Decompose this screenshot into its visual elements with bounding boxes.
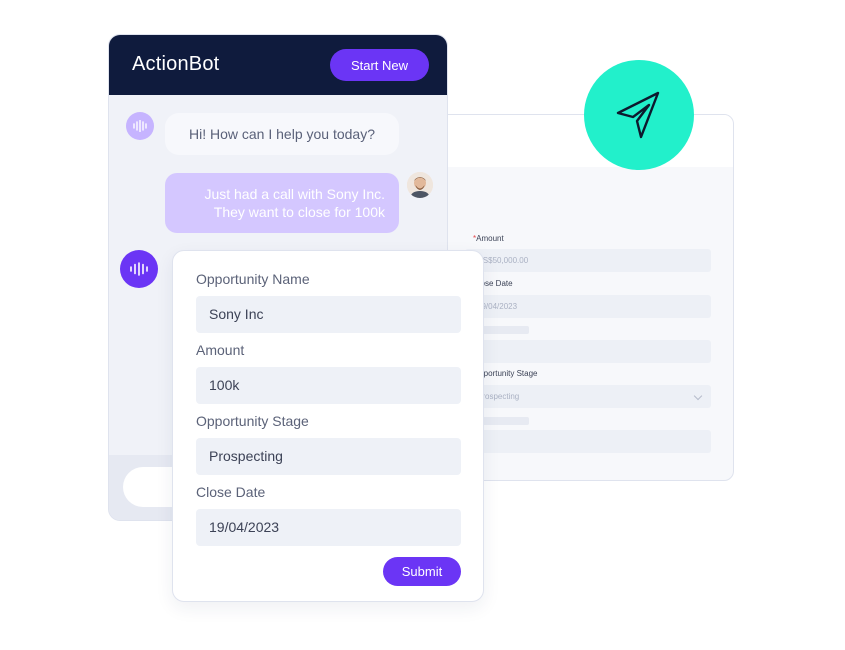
send-badge	[584, 60, 694, 170]
crm-amount-label: *Amount	[473, 234, 504, 243]
crm-amount-label-text: Amount	[476, 234, 504, 243]
user-message-line: They want to close for 100k	[213, 204, 385, 220]
user-message-bubble: Just had a call with Sony Inc. They want…	[165, 173, 399, 233]
crm-close-date-field[interactable]: 19/04/2023	[465, 295, 711, 318]
paper-plane-icon	[616, 91, 660, 139]
opportunity-stage-field[interactable]: Prospecting	[196, 438, 461, 475]
bot-avatar	[126, 112, 154, 140]
chevron-down-icon	[693, 391, 703, 401]
amount-label: Amount	[196, 342, 245, 358]
bot-message-bubble: Hi! How can I help you today?	[165, 113, 399, 155]
amount-field[interactable]: 100k	[196, 367, 461, 404]
crm-stage-select[interactable]: Prospecting	[465, 385, 711, 408]
opportunity-stage-label: Opportunity Stage	[196, 413, 309, 429]
opportunity-name-field[interactable]: Sony Inc	[196, 296, 461, 333]
close-date-field[interactable]: 19/04/2023	[196, 509, 461, 546]
app-title: ActionBot	[132, 53, 220, 75]
crm-amount-field[interactable]: US$50,000.00	[465, 249, 711, 272]
chat-header: ActionBot Start New	[109, 35, 447, 95]
crm-blank-field[interactable]	[465, 430, 711, 453]
voice-wave-icon	[133, 120, 147, 132]
bot-avatar	[120, 250, 158, 288]
user-message-line: Just had a call with Sony Inc.	[204, 186, 385, 202]
voice-wave-icon	[130, 262, 148, 276]
start-new-button[interactable]: Start New	[330, 49, 429, 81]
submit-button[interactable]: Submit	[383, 557, 461, 586]
opportunity-form-card: Opportunity Name Sony Inc Amount 100k Op…	[172, 250, 484, 602]
crm-blank-field[interactable]	[465, 340, 711, 363]
stage: *Amount US$50,000.00 Close Date 19/04/20…	[0, 0, 845, 650]
user-avatar	[407, 172, 433, 198]
opportunity-name-label: Opportunity Name	[196, 271, 310, 287]
close-date-label: Close Date	[196, 484, 266, 500]
user-avatar-icon	[407, 172, 433, 198]
